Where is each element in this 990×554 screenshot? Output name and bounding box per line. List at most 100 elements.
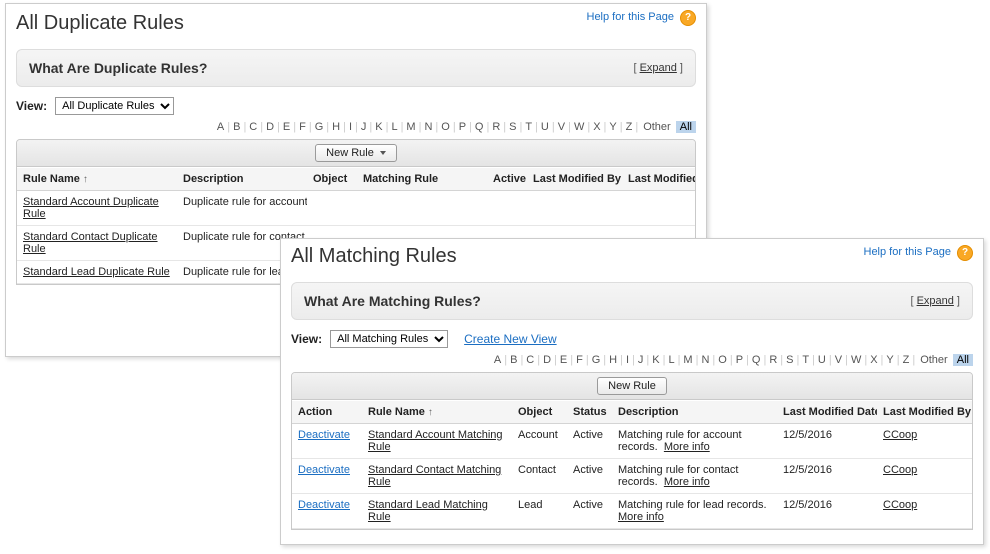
alpha-letter[interactable]: X bbox=[591, 121, 602, 133]
alpha-letter[interactable]: E bbox=[558, 354, 569, 366]
alpha-letter[interactable]: V bbox=[833, 354, 844, 366]
more-info-link[interactable]: More info bbox=[664, 441, 710, 453]
alpha-letter[interactable]: R bbox=[490, 121, 502, 133]
alpha-letter[interactable]: A bbox=[492, 354, 503, 366]
alpha-letter[interactable]: P bbox=[457, 121, 468, 133]
new-rule-button[interactable]: New Rule bbox=[315, 144, 397, 162]
alpha-letter[interactable]: Q bbox=[473, 121, 486, 133]
status-cell: Active bbox=[567, 494, 612, 529]
alpha-other[interactable]: Other bbox=[918, 354, 950, 366]
rule-link[interactable]: Standard Account Matching Rule bbox=[368, 429, 503, 453]
col-action[interactable]: Action bbox=[292, 401, 362, 424]
alpha-letter[interactable]: V bbox=[556, 121, 567, 133]
rule-link[interactable]: Standard Lead Matching Rule bbox=[368, 499, 488, 523]
table-row: Deactivate Standard Contact Matching Rul… bbox=[292, 459, 972, 494]
col-description[interactable]: Description bbox=[177, 168, 307, 191]
alpha-letter[interactable]: T bbox=[523, 121, 534, 133]
alpha-letter[interactable]: Y bbox=[607, 121, 618, 133]
expand-control[interactable]: [ Expand ] bbox=[633, 62, 683, 74]
col-rule-name[interactable]: Rule Name ↑ bbox=[17, 168, 177, 191]
alpha-letter[interactable]: B bbox=[231, 121, 242, 133]
col-object[interactable]: Object bbox=[307, 168, 357, 191]
user-link[interactable]: CCoop bbox=[883, 464, 917, 476]
deactivate-link[interactable]: Deactivate bbox=[298, 429, 350, 441]
rule-link[interactable]: Standard Contact Matching Rule bbox=[368, 464, 501, 488]
view-label: View: bbox=[291, 332, 322, 346]
alpha-letter[interactable]: O bbox=[716, 354, 729, 366]
alpha-letter[interactable]: W bbox=[849, 354, 863, 366]
alpha-letter[interactable]: X bbox=[868, 354, 879, 366]
col-last-mod-by[interactable]: Last Modified By bbox=[527, 168, 622, 191]
alpha-letter[interactable]: M bbox=[681, 354, 694, 366]
alpha-letter[interactable]: A bbox=[215, 121, 226, 133]
alpha-letter[interactable]: U bbox=[816, 354, 828, 366]
alpha-all[interactable]: All bbox=[953, 354, 973, 366]
alpha-letter[interactable]: Z bbox=[624, 121, 635, 133]
alpha-letter[interactable]: J bbox=[636, 354, 646, 366]
user-link[interactable]: CCoop bbox=[883, 429, 917, 441]
create-view-link[interactable]: Create New View bbox=[464, 332, 556, 346]
alpha-letter[interactable]: H bbox=[607, 354, 619, 366]
new-rule-button[interactable]: New Rule bbox=[597, 377, 667, 395]
alpha-letter[interactable]: N bbox=[422, 121, 434, 133]
info-title: What Are Duplicate Rules? bbox=[29, 60, 207, 76]
col-rule-name[interactable]: Rule Name ↑ bbox=[362, 401, 512, 424]
alpha-letter[interactable]: G bbox=[590, 354, 603, 366]
expand-control[interactable]: [ Expand ] bbox=[910, 295, 960, 307]
deactivate-link[interactable]: Deactivate bbox=[298, 464, 350, 476]
alpha-letter[interactable]: B bbox=[508, 354, 519, 366]
alpha-letter[interactable]: E bbox=[281, 121, 292, 133]
col-matching-rule[interactable]: Matching Rule bbox=[357, 168, 487, 191]
rule-link[interactable]: Standard Account Duplicate Rule bbox=[23, 196, 159, 220]
alpha-letter[interactable]: U bbox=[539, 121, 551, 133]
alpha-letter[interactable]: Q bbox=[750, 354, 763, 366]
view-select[interactable]: All Duplicate Rules bbox=[55, 97, 174, 115]
alpha-letter[interactable]: S bbox=[784, 354, 795, 366]
alpha-letter[interactable]: F bbox=[574, 354, 585, 366]
alpha-letter[interactable]: F bbox=[297, 121, 308, 133]
col-active[interactable]: Active bbox=[487, 168, 527, 191]
alpha-letter[interactable]: N bbox=[699, 354, 711, 366]
col-last-mod-date[interactable]: Last Modified Date bbox=[777, 401, 877, 424]
alpha-letter[interactable]: Y bbox=[884, 354, 895, 366]
view-select[interactable]: All Matching Rules bbox=[330, 330, 448, 348]
alpha-letter[interactable]: I bbox=[347, 121, 354, 133]
alpha-letter[interactable]: W bbox=[572, 121, 586, 133]
alpha-letter[interactable]: C bbox=[247, 121, 259, 133]
deactivate-link[interactable]: Deactivate bbox=[298, 499, 350, 511]
alpha-all[interactable]: All bbox=[676, 121, 696, 133]
alpha-letter[interactable]: K bbox=[650, 354, 661, 366]
col-last-mod-date[interactable]: Last Modified Date bbox=[622, 168, 695, 191]
alpha-letter[interactable]: O bbox=[439, 121, 452, 133]
description-cell: Matching rule for lead records. More inf… bbox=[612, 494, 777, 529]
col-description[interactable]: Description bbox=[612, 401, 777, 424]
alpha-letter[interactable]: H bbox=[330, 121, 342, 133]
alpha-letter[interactable]: D bbox=[264, 121, 276, 133]
alpha-letter[interactable]: T bbox=[800, 354, 811, 366]
rule-link[interactable]: Standard Lead Duplicate Rule bbox=[23, 266, 170, 278]
more-info-link[interactable]: More info bbox=[664, 476, 710, 488]
rule-link[interactable]: Standard Contact Duplicate Rule bbox=[23, 231, 158, 255]
user-link[interactable]: CCoop bbox=[883, 499, 917, 511]
alpha-letter[interactable]: C bbox=[524, 354, 536, 366]
alpha-letter[interactable]: D bbox=[541, 354, 553, 366]
col-object[interactable]: Object bbox=[512, 401, 567, 424]
alpha-letter[interactable]: J bbox=[359, 121, 369, 133]
help-link[interactable]: Help for this Page ? bbox=[587, 10, 697, 26]
col-last-mod-by[interactable]: Last Modified By bbox=[877, 401, 972, 424]
alpha-letter[interactable]: P bbox=[734, 354, 745, 366]
col-status[interactable]: Status bbox=[567, 401, 612, 424]
alpha-letter[interactable]: K bbox=[373, 121, 384, 133]
alpha-letter[interactable]: G bbox=[313, 121, 326, 133]
more-info-link[interactable]: More info bbox=[618, 511, 664, 523]
alpha-letter[interactable]: L bbox=[389, 121, 399, 133]
help-icon: ? bbox=[957, 245, 973, 261]
alpha-letter[interactable]: M bbox=[404, 121, 417, 133]
alpha-letter[interactable]: Z bbox=[901, 354, 912, 366]
alpha-other[interactable]: Other bbox=[641, 121, 673, 133]
alpha-letter[interactable]: I bbox=[624, 354, 631, 366]
alpha-letter[interactable]: S bbox=[507, 121, 518, 133]
alpha-letter[interactable]: R bbox=[767, 354, 779, 366]
help-link[interactable]: Help for this Page ? bbox=[864, 245, 974, 261]
alpha-letter[interactable]: L bbox=[666, 354, 676, 366]
